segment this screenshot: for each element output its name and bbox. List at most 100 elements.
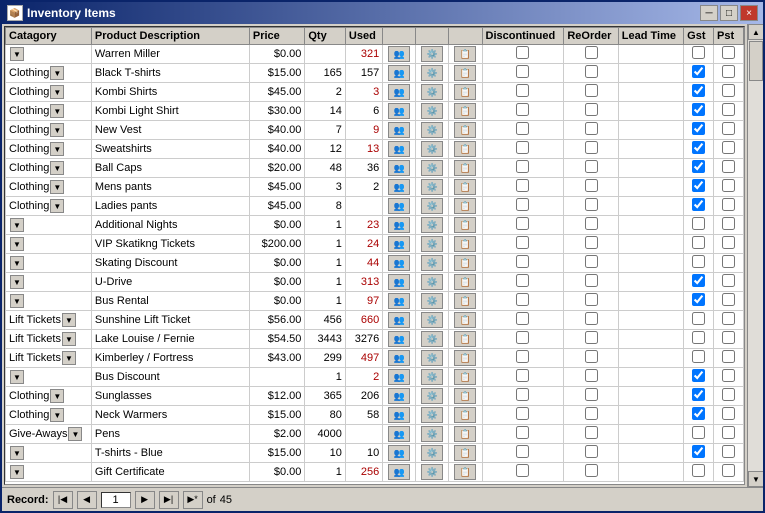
nav-new-button[interactable]: ▶*: [183, 491, 203, 509]
gst-checkbox[interactable]: [692, 407, 705, 420]
pst-checkbox[interactable]: [722, 407, 735, 420]
gear-icon-btn-button[interactable]: ⚙️: [421, 293, 443, 309]
discontinued-checkbox[interactable]: [516, 407, 529, 420]
reorder-checkbox[interactable]: [585, 293, 598, 306]
reorder-checkbox[interactable]: [585, 217, 598, 230]
people-icon-btn-button[interactable]: 👥: [388, 179, 410, 195]
discontinued-checkbox[interactable]: [516, 198, 529, 211]
reorder-checkbox[interactable]: [585, 274, 598, 287]
people-icon-btn-button[interactable]: 👥: [388, 369, 410, 385]
discontinued-checkbox[interactable]: [516, 103, 529, 116]
discontinued-checkbox[interactable]: [516, 160, 529, 173]
reorder-checkbox[interactable]: [585, 160, 598, 173]
nav-first-button[interactable]: |◀: [53, 491, 73, 509]
list-icon-btn-button[interactable]: 📋: [454, 141, 476, 157]
table-scroll[interactable]: Catagory Product Description Price Qty U…: [5, 27, 744, 484]
category-dropdown[interactable]: ▼: [62, 332, 76, 346]
category-dropdown[interactable]: ▼: [10, 218, 24, 232]
discontinued-checkbox[interactable]: [516, 255, 529, 268]
gear-icon-btn-button[interactable]: ⚙️: [421, 236, 443, 252]
gst-checkbox[interactable]: [692, 160, 705, 173]
list-icon-btn-button[interactable]: 📋: [454, 293, 476, 309]
gst-checkbox[interactable]: [692, 369, 705, 382]
category-dropdown[interactable]: ▼: [10, 275, 24, 289]
discontinued-checkbox[interactable]: [516, 293, 529, 306]
nav-prev-button[interactable]: ◀: [77, 491, 97, 509]
category-dropdown[interactable]: ▼: [50, 389, 64, 403]
discontinued-checkbox[interactable]: [516, 388, 529, 401]
gst-checkbox[interactable]: [692, 293, 705, 306]
gear-icon-btn-button[interactable]: ⚙️: [421, 122, 443, 138]
reorder-checkbox[interactable]: [585, 369, 598, 382]
list-icon-btn-button[interactable]: 📋: [454, 312, 476, 328]
gear-icon-btn-button[interactable]: ⚙️: [421, 464, 443, 480]
pst-checkbox[interactable]: [722, 445, 735, 458]
reorder-checkbox[interactable]: [585, 312, 598, 325]
list-icon-btn-button[interactable]: 📋: [454, 369, 476, 385]
gst-checkbox[interactable]: [692, 255, 705, 268]
list-icon-btn-button[interactable]: 📋: [454, 198, 476, 214]
category-dropdown[interactable]: ▼: [62, 351, 76, 365]
gst-checkbox[interactable]: [692, 331, 705, 344]
discontinued-checkbox[interactable]: [516, 236, 529, 249]
category-dropdown[interactable]: ▼: [10, 446, 24, 460]
gear-icon-btn-button[interactable]: ⚙️: [421, 445, 443, 461]
pst-checkbox[interactable]: [722, 84, 735, 97]
pst-checkbox[interactable]: [722, 46, 735, 59]
reorder-checkbox[interactable]: [585, 236, 598, 249]
list-icon-btn-button[interactable]: 📋: [454, 445, 476, 461]
discontinued-checkbox[interactable]: [516, 331, 529, 344]
pst-checkbox[interactable]: [722, 122, 735, 135]
category-dropdown[interactable]: ▼: [50, 104, 64, 118]
people-icon-btn-button[interactable]: 👥: [388, 160, 410, 176]
category-dropdown[interactable]: ▼: [10, 256, 24, 270]
pst-checkbox[interactable]: [722, 141, 735, 154]
gst-checkbox[interactable]: [692, 122, 705, 135]
people-icon-btn-button[interactable]: 👥: [388, 122, 410, 138]
reorder-checkbox[interactable]: [585, 122, 598, 135]
gst-checkbox[interactable]: [692, 103, 705, 116]
category-dropdown[interactable]: ▼: [50, 123, 64, 137]
list-icon-btn-button[interactable]: 📋: [454, 274, 476, 290]
record-number-input[interactable]: 1: [101, 492, 131, 508]
pst-checkbox[interactable]: [722, 65, 735, 78]
reorder-checkbox[interactable]: [585, 407, 598, 420]
pst-checkbox[interactable]: [722, 350, 735, 363]
people-icon-btn-button[interactable]: 👥: [388, 426, 410, 442]
reorder-checkbox[interactable]: [585, 84, 598, 97]
list-icon-btn-button[interactable]: 📋: [454, 407, 476, 423]
people-icon-btn-button[interactable]: 👥: [388, 293, 410, 309]
gst-checkbox[interactable]: [692, 350, 705, 363]
reorder-checkbox[interactable]: [585, 350, 598, 363]
reorder-checkbox[interactable]: [585, 255, 598, 268]
pst-checkbox[interactable]: [722, 255, 735, 268]
discontinued-checkbox[interactable]: [516, 84, 529, 97]
discontinued-checkbox[interactable]: [516, 179, 529, 192]
gear-icon-btn-button[interactable]: ⚙️: [421, 388, 443, 404]
gst-checkbox[interactable]: [692, 274, 705, 287]
list-icon-btn-button[interactable]: 📋: [454, 122, 476, 138]
category-dropdown[interactable]: ▼: [10, 294, 24, 308]
gst-checkbox[interactable]: [692, 388, 705, 401]
list-icon-btn-button[interactable]: 📋: [454, 464, 476, 480]
pst-checkbox[interactable]: [722, 293, 735, 306]
reorder-checkbox[interactable]: [585, 179, 598, 192]
nav-next-button[interactable]: ▶: [135, 491, 155, 509]
list-icon-btn-button[interactable]: 📋: [454, 160, 476, 176]
list-icon-btn-button[interactable]: 📋: [454, 65, 476, 81]
gear-icon-btn-button[interactable]: ⚙️: [421, 369, 443, 385]
gear-icon-btn-button[interactable]: ⚙️: [421, 141, 443, 157]
reorder-checkbox[interactable]: [585, 445, 598, 458]
people-icon-btn-button[interactable]: 👥: [388, 445, 410, 461]
gst-checkbox[interactable]: [692, 217, 705, 230]
gear-icon-btn-button[interactable]: ⚙️: [421, 160, 443, 176]
category-dropdown[interactable]: ▼: [50, 85, 64, 99]
category-dropdown[interactable]: ▼: [50, 408, 64, 422]
people-icon-btn-button[interactable]: 👥: [388, 198, 410, 214]
pst-checkbox[interactable]: [722, 312, 735, 325]
gst-checkbox[interactable]: [692, 179, 705, 192]
list-icon-btn-button[interactable]: 📋: [454, 84, 476, 100]
list-icon-btn-button[interactable]: 📋: [454, 426, 476, 442]
category-dropdown[interactable]: ▼: [62, 313, 76, 327]
pst-checkbox[interactable]: [722, 388, 735, 401]
